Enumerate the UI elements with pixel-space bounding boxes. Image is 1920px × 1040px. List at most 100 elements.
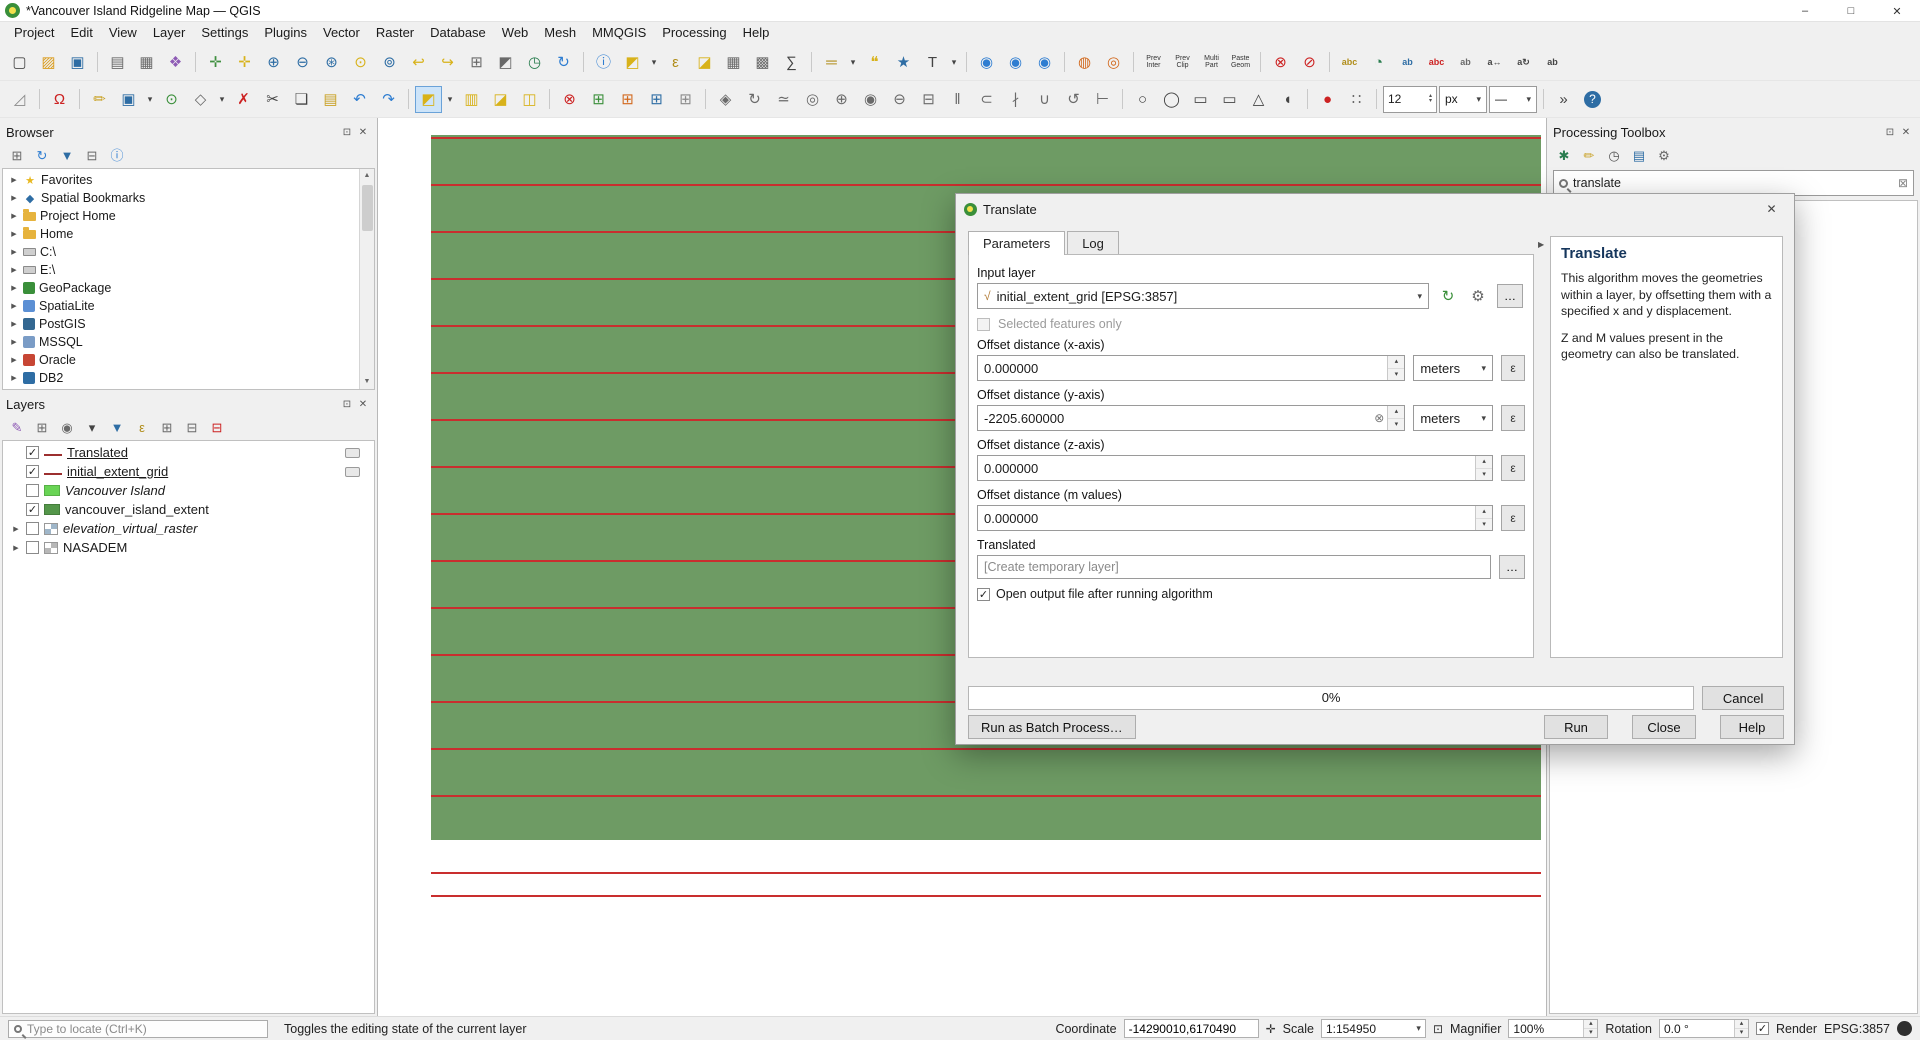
browser-properties-icon[interactable]: ⓘ bbox=[106, 145, 128, 165]
expand-arrow-icon[interactable]: ▶ bbox=[9, 338, 19, 346]
filter-browser-icon[interactable]: ▼ bbox=[56, 145, 78, 165]
filter-legend-icon[interactable]: ▼ bbox=[106, 417, 128, 437]
remove-layer-icon[interactable]: ⊟ bbox=[206, 417, 228, 437]
close-panel-icon[interactable]: ✕ bbox=[1898, 127, 1914, 138]
expand-all-icon[interactable]: ⊞ bbox=[156, 417, 178, 437]
layer-labeling-icon[interactable]: abc bbox=[1336, 49, 1363, 76]
delete-part-icon[interactable]: ⊟ bbox=[915, 86, 942, 113]
measure-dropdown-icon[interactable]: ▾ bbox=[847, 49, 859, 76]
zoom-last-icon[interactable]: ↩ bbox=[405, 49, 432, 76]
paste-features-icon[interactable]: ▤ bbox=[317, 86, 344, 113]
scroll-thumb[interactable] bbox=[361, 185, 373, 231]
pin-labels-icon[interactable]: abc bbox=[1423, 49, 1450, 76]
pan-to-selection-icon[interactable]: ✛ bbox=[231, 49, 258, 76]
font-size-spinner[interactable]: 12 bbox=[1383, 85, 1437, 113]
close-panel-icon[interactable]: ✕ bbox=[355, 127, 371, 138]
new-geopackage-layer-icon[interactable]: ⊞ bbox=[585, 86, 612, 113]
new-spatial-bookmark-icon[interactable]: ★ bbox=[890, 49, 917, 76]
select-features-icon[interactable]: ◩ bbox=[619, 49, 646, 76]
snapping-options-icon[interactable]: ⊗ bbox=[1267, 49, 1294, 76]
pan-map-icon[interactable]: ✛ bbox=[202, 49, 229, 76]
refresh-map-icon[interactable]: ↻ bbox=[550, 49, 577, 76]
deselect-all-icon[interactable]: ◪ bbox=[487, 86, 514, 113]
clear-search-icon[interactable]: ⊠ bbox=[1898, 176, 1908, 190]
menu-plugins[interactable]: Plugins bbox=[256, 23, 315, 43]
help-button[interactable]: Help bbox=[1720, 715, 1784, 739]
regular-polygon-icon[interactable]: △ bbox=[1245, 86, 1272, 113]
browser-item-postgis[interactable]: ▶ PostGIS bbox=[5, 315, 374, 333]
text-annotation-icon[interactable]: T bbox=[919, 49, 946, 76]
lock-scale-icon[interactable]: ⊡ bbox=[1433, 1022, 1443, 1036]
select-dropdown-icon[interactable]: ▾ bbox=[648, 49, 660, 76]
vertex-editor-icon[interactable]: ∷ bbox=[1343, 86, 1370, 113]
zoom-next-icon[interactable]: ↪ bbox=[434, 49, 461, 76]
mmqgis-multi-part-icon[interactable]: Multi Part bbox=[1198, 49, 1225, 76]
add-connection-icon[interactable]: ⊞ bbox=[6, 145, 28, 165]
vertex-dropdown-icon[interactable]: ▾ bbox=[216, 86, 228, 113]
crs-button[interactable]: EPSG:3857 bbox=[1824, 1022, 1890, 1036]
menu-vector[interactable]: Vector bbox=[315, 23, 368, 43]
toggle-editing-icon[interactable]: ✏ bbox=[86, 86, 113, 113]
redo-icon[interactable]: ↷ bbox=[375, 86, 402, 113]
clear-selection-icon[interactable]: ⊗ bbox=[556, 86, 583, 113]
browser-scrollbar[interactable]: ▲ ▼ bbox=[359, 169, 374, 389]
search-input[interactable] bbox=[1573, 176, 1893, 190]
browser-item-oracle[interactable]: ▶ Oracle bbox=[5, 351, 374, 369]
spinner-buttons[interactable]: ▴ ▾ bbox=[1387, 406, 1405, 430]
run-as-batch-button[interactable]: Run as Batch Process… bbox=[968, 715, 1136, 739]
web-services-icon[interactable]: ◉ bbox=[1031, 49, 1058, 76]
reshape-features-icon[interactable]: ⊂ bbox=[973, 86, 1000, 113]
ellipse-icon[interactable]: ◖ bbox=[1274, 86, 1301, 113]
scroll-down-icon[interactable]: ▼ bbox=[364, 375, 371, 389]
expand-arrow-icon[interactable]: ▶ bbox=[9, 248, 19, 256]
expand-arrow-icon[interactable]: ▶ bbox=[9, 194, 19, 202]
menu-mesh[interactable]: Mesh bbox=[536, 23, 584, 43]
new-spatialite-layer-icon[interactable]: ⊞ bbox=[643, 86, 670, 113]
input-layer-browse-button[interactable]: … bbox=[1497, 284, 1523, 308]
manage-map-themes-icon[interactable]: ◉ bbox=[56, 417, 78, 437]
offset-curve-icon[interactable]: ‖ bbox=[944, 86, 971, 113]
close-button[interactable]: ✕ bbox=[1874, 0, 1920, 22]
expand-arrow-icon[interactable]: ▶ bbox=[9, 212, 19, 220]
tracing-icon[interactable]: ● bbox=[1314, 86, 1341, 113]
help-icon[interactable]: ? bbox=[1579, 86, 1606, 113]
layer-visibility-checkbox[interactable] bbox=[26, 541, 39, 554]
layer-visibility-checkbox[interactable]: ✓ bbox=[26, 446, 39, 459]
offset-y-units-combo[interactable]: meters ▾ bbox=[1413, 405, 1494, 431]
expand-arrow-icon[interactable]: ▶ bbox=[9, 230, 19, 238]
vertex-tool-icon[interactable]: ◇ bbox=[187, 86, 214, 113]
menu-help[interactable]: Help bbox=[735, 23, 778, 43]
layer-item-vancouver-island-extent[interactable]: ✓ vancouver_island_extent bbox=[5, 500, 374, 519]
zoom-in-icon[interactable]: ⊕ bbox=[260, 49, 287, 76]
float-panel-icon[interactable]: ⊡ bbox=[339, 399, 355, 410]
units-combo[interactable]: px bbox=[1439, 85, 1487, 113]
move-feature-icon[interactable]: ◈ bbox=[712, 86, 739, 113]
cad-tools-icon[interactable]: ◿ bbox=[6, 86, 33, 113]
new-map-view-icon[interactable]: ⊞ bbox=[463, 49, 490, 76]
offset-x-override-button[interactable]: ε bbox=[1501, 355, 1525, 381]
float-panel-icon[interactable]: ⊡ bbox=[339, 127, 355, 138]
circle-2points-icon[interactable]: ○ bbox=[1129, 86, 1156, 113]
refresh-browser-icon[interactable]: ↻ bbox=[31, 145, 53, 165]
rotate-label-icon[interactable]: a↻ bbox=[1510, 49, 1537, 76]
cancel-button[interactable]: Cancel bbox=[1702, 686, 1784, 710]
menu-database[interactable]: Database bbox=[422, 23, 494, 43]
field-calculator-icon[interactable]: ▩ bbox=[749, 49, 776, 76]
filter-expression-icon[interactable]: ε bbox=[131, 417, 153, 437]
open-attribute-table-icon[interactable]: ▦ bbox=[720, 49, 747, 76]
plugin-tool-icon[interactable]: ◍ bbox=[1071, 49, 1098, 76]
delete-selected-icon[interactable]: ✗ bbox=[230, 86, 257, 113]
move-label-icon[interactable]: a↔ bbox=[1481, 49, 1508, 76]
new-virtual-layer-icon[interactable]: ⊞ bbox=[672, 86, 699, 113]
new-shapefile-layer-icon[interactable]: ⊞ bbox=[614, 86, 641, 113]
tracing-options-icon[interactable]: ⊘ bbox=[1296, 49, 1323, 76]
mmqgis-prev-clip-icon[interactable]: Prev Clip bbox=[1169, 49, 1196, 76]
collapse-all-icon[interactable]: ⊟ bbox=[81, 145, 103, 165]
close-dialog-button[interactable]: Close bbox=[1632, 715, 1696, 739]
layer-item-translated[interactable]: ✓ Translated bbox=[5, 443, 374, 462]
map-tips-icon[interactable]: ❝ bbox=[861, 49, 888, 76]
collapse-help-icon[interactable]: ▶ bbox=[1538, 240, 1544, 249]
geocoding-icon[interactable]: ◉ bbox=[1002, 49, 1029, 76]
iterate-over-layer-button[interactable]: ↻ bbox=[1437, 287, 1459, 305]
tab-log[interactable]: Log bbox=[1067, 231, 1119, 254]
